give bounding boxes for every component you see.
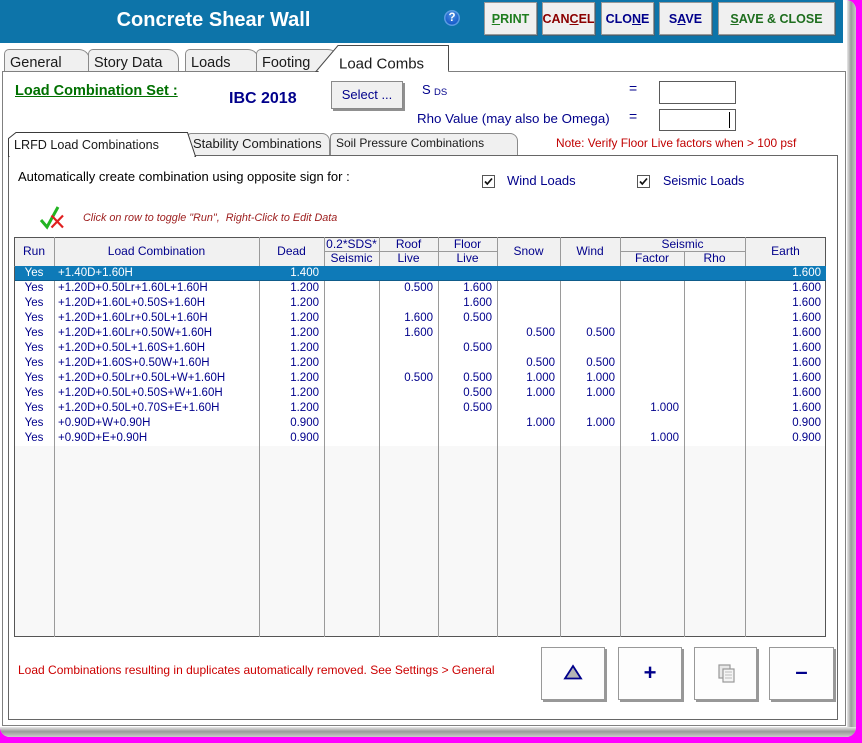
svg-text:LRFD Load Combinations: LRFD Load Combinations	[14, 138, 159, 152]
